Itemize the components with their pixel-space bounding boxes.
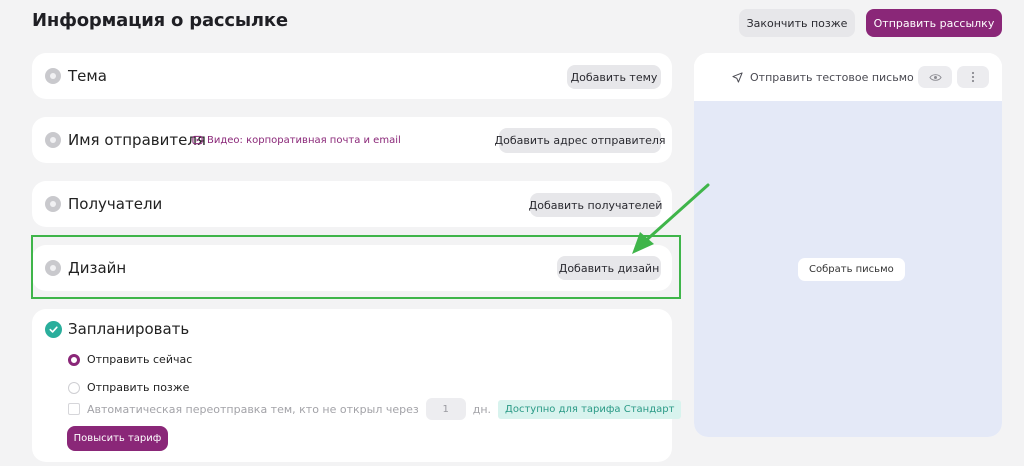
section-recipients-title: Получатели <box>68 195 163 213</box>
send-campaign-button[interactable]: Отправить рассылку <box>866 9 1002 37</box>
section-sender: Имя отправителя Видео: корпоративная поч… <box>32 117 672 163</box>
resend-days-input[interactable]: 1 <box>425 398 466 420</box>
add-subject-button[interactable]: Добавить тему <box>567 65 661 89</box>
preview-toolbar: Отправить тестовое письмо <box>694 53 1002 101</box>
design-highlight-frame <box>31 235 681 299</box>
finish-later-button[interactable]: Закончить позже <box>739 9 855 37</box>
section-subject: Тема Добавить тему <box>32 53 672 99</box>
check-icon <box>45 321 62 338</box>
section-schedule: Запланировать Отправить сейчас Отправить… <box>32 309 682 462</box>
add-sender-button[interactable]: Добавить адрес отправителя <box>495 128 666 153</box>
send-test-email-link[interactable]: Отправить тестовое письмо <box>732 53 914 101</box>
section-recipients: Получатели Добавить получателей <box>32 181 672 227</box>
eye-icon <box>928 73 942 81</box>
section-schedule-title: Запланировать <box>68 320 190 338</box>
send-later-label: Отправить позже <box>87 381 190 394</box>
section-subject-title: Тема <box>68 67 107 85</box>
send-later-option[interactable]: Отправить позже <box>68 381 189 394</box>
send-later-radio[interactable] <box>68 381 80 394</box>
auto-resend-label: Автоматическая переотправка тем, кто не … <box>87 402 419 416</box>
send-now-radio[interactable] <box>68 353 80 366</box>
more-options-button[interactable] <box>957 66 989 88</box>
send-icon <box>732 71 743 83</box>
days-unit-label: дн. <box>472 402 492 416</box>
play-video-icon <box>192 135 203 144</box>
preview-canvas: Собрать письмо <box>694 101 1002 437</box>
more-vertical-icon <box>971 71 975 83</box>
preview-panel: Отправить тестовое письмо Собрать письмо <box>694 53 1002 437</box>
page-title: Информация о рассылке <box>32 10 288 31</box>
info-circle-icon <box>45 196 61 212</box>
send-now-label: Отправить сейчас <box>87 353 193 366</box>
compose-email-button[interactable]: Собрать письмо <box>798 258 905 281</box>
arrow-annotation-icon <box>632 183 710 254</box>
send-test-label: Отправить тестовое письмо <box>750 70 914 84</box>
auto-resend-option: Автоматическая переотправка тем, кто не … <box>68 398 682 420</box>
video-link[interactable]: Видео: корпоративная почта и email <box>192 117 401 163</box>
send-now-option[interactable]: Отправить сейчас <box>68 353 192 366</box>
tariff-badge: Доступно для тарифа Стандарт <box>498 399 682 419</box>
preview-eye-button[interactable] <box>918 66 952 88</box>
upgrade-tariff-button[interactable]: Повысить тариф <box>67 426 168 451</box>
video-link-label: Видео: корпоративная почта и email <box>207 134 401 146</box>
info-circle-icon <box>45 132 61 148</box>
section-sender-title: Имя отправителя <box>68 131 206 149</box>
info-circle-icon <box>45 68 61 84</box>
auto-resend-checkbox[interactable] <box>68 403 80 415</box>
